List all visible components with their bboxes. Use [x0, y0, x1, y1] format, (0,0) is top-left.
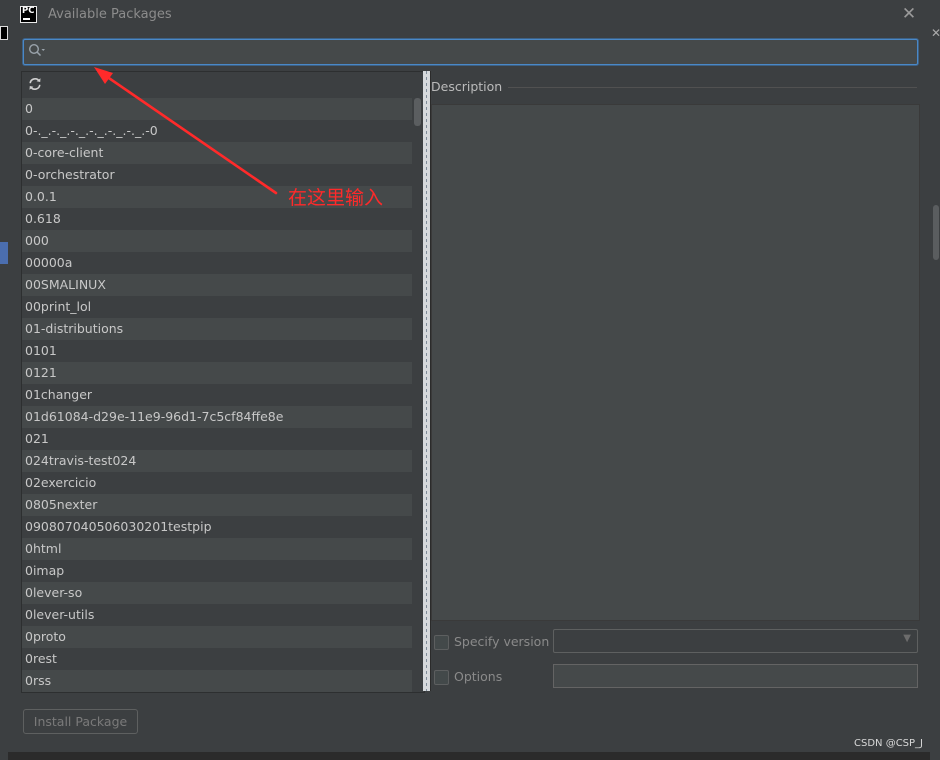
- package-list-item[interactable]: 0imap: [22, 560, 412, 582]
- description-box: [431, 104, 920, 621]
- background-scrollbar: [933, 205, 939, 260]
- install-package-button[interactable]: Install Package: [23, 709, 138, 734]
- search-input[interactable]: [50, 40, 910, 64]
- title-bar: PC Available Packages ✕: [8, 0, 930, 30]
- description-label: Description: [431, 79, 509, 94]
- package-list-item[interactable]: 0lever-so: [22, 582, 412, 604]
- package-list-item[interactable]: 0-._.-._.-._.-._.-._.-._.-0: [22, 120, 412, 142]
- pycharm-app-icon: PC: [20, 6, 37, 23]
- available-packages-dialog: PC Available Packages ✕ 0 0-._.-._.-._.-.…: [8, 0, 930, 753]
- package-list-item[interactable]: 024travis-test024: [22, 450, 412, 472]
- background-window-right: [930, 0, 940, 760]
- package-list-item[interactable]: 0.618: [22, 208, 412, 230]
- package-list-item[interactable]: 00000a: [22, 252, 412, 274]
- package-list-item[interactable]: 0101: [22, 340, 412, 362]
- list-toolbar: [22, 72, 424, 98]
- package-list-item[interactable]: 01-distributions: [22, 318, 412, 340]
- package-list-item[interactable]: 01changer: [22, 384, 412, 406]
- chevron-down-icon[interactable]: ▼: [903, 633, 911, 644]
- package-list-item[interactable]: 01d61084-d29e-11e9-96d1-7c5cf84ffe8e: [22, 406, 412, 428]
- options-checkbox[interactable]: [434, 670, 449, 685]
- background-close-icon: ✕: [931, 26, 940, 40]
- annotation-text: 在这里输入: [288, 187, 384, 209]
- specify-version-label[interactable]: Specify version: [454, 634, 549, 649]
- panel-splitter[interactable]: [423, 71, 430, 691]
- version-select[interactable]: ▼: [553, 629, 918, 653]
- app-icon-text: PC: [22, 6, 35, 16]
- package-list-item[interactable]: 0rest: [22, 648, 412, 670]
- description-separator: [508, 87, 917, 88]
- package-list-item[interactable]: 0121: [22, 362, 412, 384]
- package-list-item[interactable]: 00SMALINUX: [22, 274, 412, 296]
- package-list-item[interactable]: 0rss: [22, 670, 412, 692]
- package-list-item[interactable]: 090807040506030201testpip: [22, 516, 412, 538]
- dialog-title: Available Packages: [48, 7, 172, 22]
- package-list-item[interactable]: 0805nexter: [22, 494, 412, 516]
- package-list-item[interactable]: 0: [22, 98, 412, 120]
- refresh-icon[interactable]: [28, 77, 42, 95]
- search-icon[interactable]: [28, 43, 46, 60]
- options-label[interactable]: Options: [454, 669, 502, 684]
- package-list-item[interactable]: 00print_lol: [22, 296, 412, 318]
- package-list-item[interactable]: 0-core-client: [22, 142, 412, 164]
- watermark: CSDN @CSP_J: [854, 738, 923, 749]
- background-window-left: [0, 0, 8, 760]
- search-field[interactable]: [23, 39, 918, 65]
- package-list-item[interactable]: 000: [22, 230, 412, 252]
- package-list-item[interactable]: 0lever-utils: [22, 604, 412, 626]
- package-list-item[interactable]: 021: [22, 428, 412, 450]
- background-app-icon: [0, 26, 8, 40]
- options-input[interactable]: [553, 664, 918, 688]
- package-list-panel: 0 0-._.-._.-._.-._.-._.-._.-0 0-core-clien…: [21, 71, 425, 693]
- package-list-item[interactable]: 0html: [22, 538, 412, 560]
- package-list-item[interactable]: 0proto: [22, 626, 412, 648]
- scrollbar-thumb[interactable]: [414, 98, 421, 126]
- close-icon[interactable]: ✕: [899, 4, 919, 24]
- background-selection: [0, 242, 8, 264]
- package-list-item[interactable]: 02exercicio: [22, 472, 412, 494]
- specify-version-checkbox[interactable]: [434, 635, 449, 650]
